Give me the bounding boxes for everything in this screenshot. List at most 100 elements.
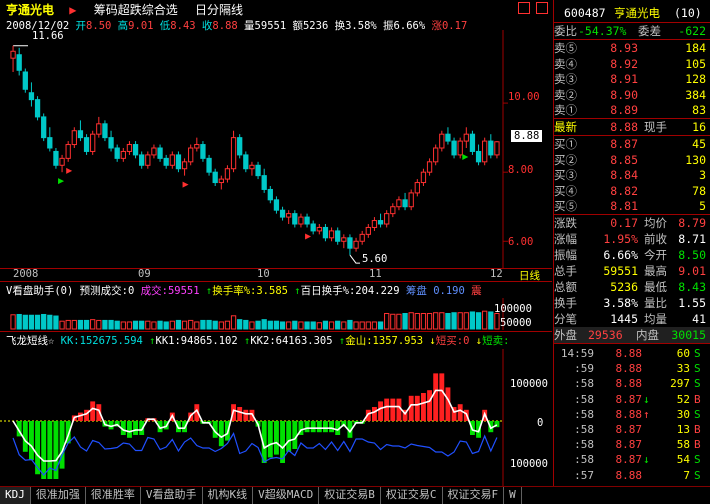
volume-bar (255, 320, 261, 330)
panel-up-icon[interactable] (518, 2, 530, 14)
panel-down-icon[interactable] (536, 2, 548, 14)
tab-indicator[interactable]: 机构K线 (203, 487, 254, 504)
sell-row[interactable]: 卖① 8.89 83 (554, 102, 710, 118)
candle-body (90, 133, 96, 152)
indicator-tab-bar: KDJ 很准加强 很准胜率 V看盘助手 机构K线 V超级MACD 权证交易B 权证交易C 权证交… (0, 486, 710, 504)
candle-body (347, 237, 353, 249)
vol-panel-title[interactable]: V看盘助手(0) (6, 285, 73, 297)
sell-row[interactable]: 卖② 8.90 384 (554, 87, 710, 103)
stat-value: 1.95% (603, 232, 638, 246)
candle-body (132, 144, 139, 156)
buy-row[interactable]: 买④ 8.82 78 (554, 183, 710, 199)
cp-value: 0.190 (433, 285, 465, 297)
stat-label-2: 最高 (644, 264, 667, 278)
fly-panel-divider (0, 331, 552, 332)
tick-price: 8.87 (615, 423, 643, 436)
stat-label-2: 量比 (644, 296, 667, 310)
tab-indicator[interactable]: W (504, 487, 522, 504)
stat-value: 3.58% (603, 296, 638, 310)
stat-value: 1445 (610, 312, 638, 326)
db-label: 短买: (435, 335, 464, 347)
tick-arrow-icon: ↑ (643, 407, 650, 421)
sell-row[interactable]: 卖⑤ 8.93 184 (554, 40, 710, 56)
bhs-label: 百日换手%: (300, 285, 356, 297)
volume-bar (230, 315, 237, 330)
volume-bar (433, 312, 439, 330)
play-arrow-icon[interactable]: ▶ (69, 3, 76, 17)
candle-body (83, 137, 90, 152)
volume-bar (310, 321, 316, 330)
tick-bs: S (694, 347, 701, 360)
tick-price: 8.88 (615, 407, 643, 421)
sell-vol: 128 (685, 72, 706, 87)
flying-dragon-indicator[interactable] (0, 349, 552, 486)
volume-bar (71, 319, 77, 330)
fly-panel-title[interactable]: 飞龙短线☆ (6, 335, 54, 347)
stat-row: 分笔 1445 均量 41 (554, 311, 710, 327)
volume-bar (445, 312, 451, 330)
tick-bs: S (694, 377, 701, 391)
buy-row[interactable]: 买⑤ 8.81 5 (554, 198, 710, 214)
volume-bar (59, 320, 65, 330)
menu-item-day-separator[interactable]: 日分隔线 (195, 3, 243, 17)
np-value: 30015 (671, 328, 706, 342)
kk2-label: KK2: (250, 335, 276, 347)
stat-value: 6.66% (603, 248, 638, 262)
tab-indicator[interactable]: V看盘助手 (141, 487, 203, 504)
tab-indicator[interactable]: 很准胜率 (86, 487, 141, 504)
tab-indicator[interactable]: 很准加强 (31, 487, 86, 504)
menu-item-formula[interactable]: 筹码超跌综合选 (94, 3, 178, 17)
tick-row: 14:59 8.88 60 S (554, 346, 710, 361)
candle-body (47, 137, 53, 149)
sell-price: 8.90 (610, 87, 638, 102)
candlestick-chart[interactable] (0, 30, 552, 268)
tab-indicator[interactable]: KDJ (0, 487, 31, 504)
stat-row: 涨跌 0.17 均价 8.79 (554, 215, 710, 231)
candle-body (212, 171, 218, 184)
candle-body (426, 161, 433, 173)
tab-indicator[interactable]: 权证交易F (443, 487, 505, 504)
volume-bar (463, 312, 469, 330)
buy-row[interactable]: 买① 8.87 45 (554, 136, 710, 152)
sell-price: 8.93 (610, 41, 638, 55)
inout-row: 外盘 29536 内盘 30015 (554, 327, 710, 343)
candle-body (53, 150, 59, 166)
volume-bar (194, 321, 200, 330)
volume-bar (200, 319, 206, 330)
low-mark-label: 5.60 (362, 253, 388, 265)
buy-row[interactable]: 买② 8.85 130 (554, 152, 710, 168)
volume-bar (157, 320, 163, 330)
stat-value-2: 9.01 (678, 264, 706, 278)
volume-bar (145, 320, 151, 330)
sell-vol: 384 (685, 87, 706, 102)
tick-time: :58 (574, 423, 594, 436)
tab-indicator[interactable]: 权证交易B (319, 487, 381, 504)
volume-chart[interactable] (0, 298, 552, 330)
chart-area[interactable]: 亨通光电 ▶ 筹码超跌综合选 日分隔线 2008/12/02 开8.50 高9.… (0, 0, 552, 486)
tick-price: 8.88 (615, 362, 643, 376)
volume-bar (439, 312, 445, 330)
ytick-10: 10.00 (508, 91, 540, 103)
sell-price: 8.91 (610, 72, 638, 87)
kk-label: KK: (60, 335, 80, 347)
sell-row[interactable]: 卖③ 8.91 128 (554, 71, 710, 87)
volume-bar (316, 322, 322, 330)
volume-bar (175, 319, 182, 330)
stat-row: 涨幅 1.95% 前收 8.71 (554, 231, 710, 247)
volume-bar (267, 320, 273, 330)
buy-row[interactable]: 买③ 8.84 3 (554, 167, 710, 183)
buy-label: 买③ (554, 168, 577, 183)
stat-value: 5236 (610, 280, 638, 294)
candle-body (218, 178, 224, 184)
volume-bar (482, 310, 488, 330)
candle-body (335, 230, 341, 242)
sell-row[interactable]: 卖④ 8.92 105 (554, 56, 710, 72)
sell-label: 卖⑤ (554, 41, 577, 55)
volume-bar (169, 320, 175, 330)
tab-indicator[interactable]: 权证交易C (381, 487, 443, 504)
tab-indicator[interactable]: V超级MACD (253, 487, 320, 504)
candle-body (139, 154, 145, 166)
candle-body (286, 213, 292, 218)
candle-body (59, 157, 65, 166)
tick-bs: S (694, 453, 701, 467)
